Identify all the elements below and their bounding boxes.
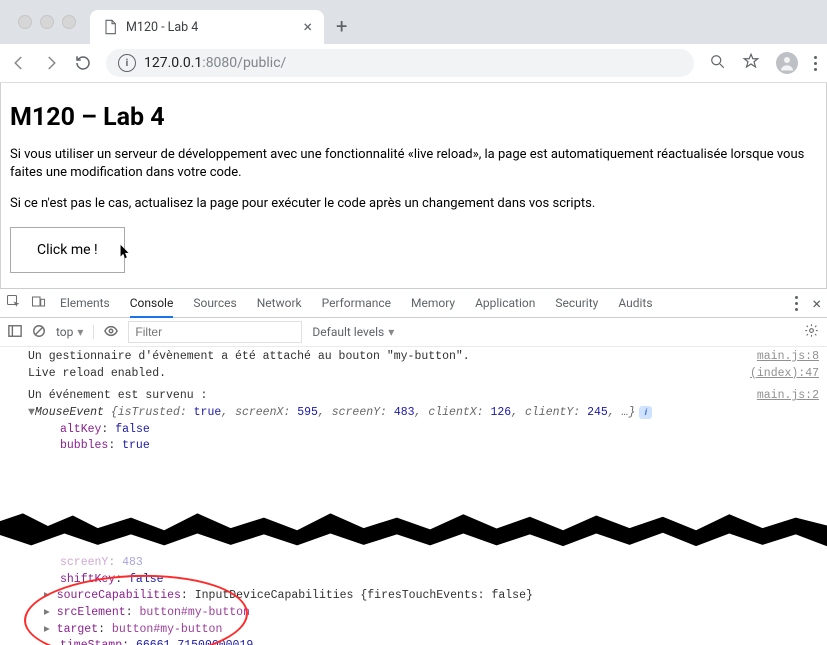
object-property[interactable]: ▸ target: button#my-button bbox=[8, 622, 819, 639]
object-property[interactable]: ▸ sourceCapabilities: InputDeviceCapabil… bbox=[8, 588, 819, 605]
element-picker-icon[interactable] bbox=[6, 294, 21, 312]
url-text: 127.0.0.1:8080/public/ bbox=[144, 55, 286, 71]
mouse-cursor-icon bbox=[119, 244, 131, 264]
devtools-menu-icon[interactable] bbox=[795, 296, 798, 311]
devtools-close-icon[interactable]: × bbox=[812, 294, 821, 313]
tab-memory[interactable]: Memory bbox=[411, 290, 455, 317]
object-property[interactable]: ▸ srcElement: button#my-button bbox=[8, 605, 819, 622]
source-link[interactable]: (index):47 bbox=[740, 366, 819, 383]
source-link[interactable]: main.js:2 bbox=[747, 388, 819, 405]
window-titlebar: M120 - Lab 4 × + bbox=[0, 0, 827, 44]
log-object-header[interactable]: ▼MouseEvent {isTrusted: true, screenX: 5… bbox=[8, 405, 819, 422]
click-me-label: Click me ! bbox=[37, 242, 98, 258]
info-badge-icon[interactable]: i bbox=[639, 406, 652, 419]
console-toolbar: top ▾ Default levels▾ bbox=[0, 318, 827, 347]
log-line: Un gestionnaire d'évènement a été attach… bbox=[8, 349, 747, 366]
profile-avatar-icon[interactable] bbox=[776, 52, 798, 74]
source-link[interactable]: main.js:8 bbox=[747, 349, 819, 366]
intro-paragraph-2: Si ce n'est pas le cas, actualisez la pa… bbox=[10, 195, 817, 213]
browser-menu-icon[interactable] bbox=[814, 56, 817, 71]
bookmark-star-icon[interactable] bbox=[742, 52, 760, 74]
devtools-tabs: Elements Console Sources Network Perform… bbox=[60, 290, 653, 317]
reload-button[interactable] bbox=[74, 54, 92, 72]
device-toolbar-icon[interactable] bbox=[31, 294, 46, 312]
tab-title: M120 - Lab 4 bbox=[126, 20, 198, 35]
tab-sources[interactable]: Sources bbox=[193, 290, 236, 317]
forward-button bbox=[42, 54, 60, 72]
levels-label: Default levels bbox=[312, 325, 384, 339]
close-tab-icon[interactable]: × bbox=[303, 19, 312, 35]
object-property: screenY: 483 bbox=[8, 555, 819, 572]
intro-paragraph-1: Si vous utiliser un serveur de développe… bbox=[10, 146, 817, 181]
close-window-icon[interactable] bbox=[18, 15, 32, 29]
context-label: top bbox=[56, 325, 73, 339]
object-property: timeStamp: 66661.71500000019 bbox=[8, 638, 819, 645]
tab-application[interactable]: Application bbox=[475, 290, 535, 317]
tab-security[interactable]: Security bbox=[555, 290, 598, 317]
console-output[interactable]: Un gestionnaire d'évènement a été attach… bbox=[0, 347, 827, 645]
devtools-panel: Elements Console Sources Network Perform… bbox=[0, 288, 827, 639]
live-expression-icon[interactable] bbox=[104, 324, 118, 341]
minimize-window-icon[interactable] bbox=[40, 15, 54, 29]
site-info-icon[interactable]: i bbox=[118, 54, 136, 72]
browser-tab[interactable]: M120 - Lab 4 × bbox=[90, 10, 324, 44]
execution-context-select[interactable]: top ▾ bbox=[56, 325, 94, 339]
address-bar[interactable]: i 127.0.0.1:8080/public/ bbox=[106, 49, 694, 77]
log-line: Un événement est survenu : bbox=[8, 388, 747, 405]
clear-console-icon[interactable] bbox=[32, 324, 46, 341]
object-property: bubbles: true bbox=[8, 438, 819, 455]
log-levels-select[interactable]: Default levels▾ bbox=[312, 325, 394, 339]
page-content: M120 – Lab 4 Si vous utiliser un serveur… bbox=[0, 83, 827, 293]
zoom-window-icon[interactable] bbox=[62, 15, 76, 29]
tab-audits[interactable]: Audits bbox=[618, 290, 652, 317]
page-title: M120 – Lab 4 bbox=[10, 103, 817, 132]
console-filter-input[interactable] bbox=[128, 321, 302, 343]
log-line: Live reload enabled. bbox=[8, 366, 740, 383]
tab-elements[interactable]: Elements bbox=[60, 290, 110, 317]
object-property: altKey: false bbox=[8, 422, 819, 439]
tab-console[interactable]: Console bbox=[130, 290, 174, 318]
console-sidebar-toggle-icon[interactable] bbox=[8, 324, 22, 341]
tab-network[interactable]: Network bbox=[257, 290, 302, 317]
new-tab-button[interactable]: + bbox=[336, 14, 347, 38]
back-button[interactable] bbox=[10, 54, 28, 72]
browser-toolbar: i 127.0.0.1:8080/public/ bbox=[0, 44, 827, 83]
traffic-lights[interactable] bbox=[18, 15, 76, 29]
click-me-button[interactable]: Click me ! bbox=[10, 227, 125, 273]
reader-mode-icon[interactable] bbox=[708, 52, 726, 74]
devtools-tab-bar: Elements Console Sources Network Perform… bbox=[0, 289, 827, 318]
file-icon bbox=[102, 19, 118, 35]
torn-edge bbox=[0, 505, 827, 547]
console-settings-icon[interactable] bbox=[804, 323, 819, 341]
tab-performance[interactable]: Performance bbox=[322, 290, 391, 317]
object-property: shiftKey: false bbox=[8, 572, 819, 589]
